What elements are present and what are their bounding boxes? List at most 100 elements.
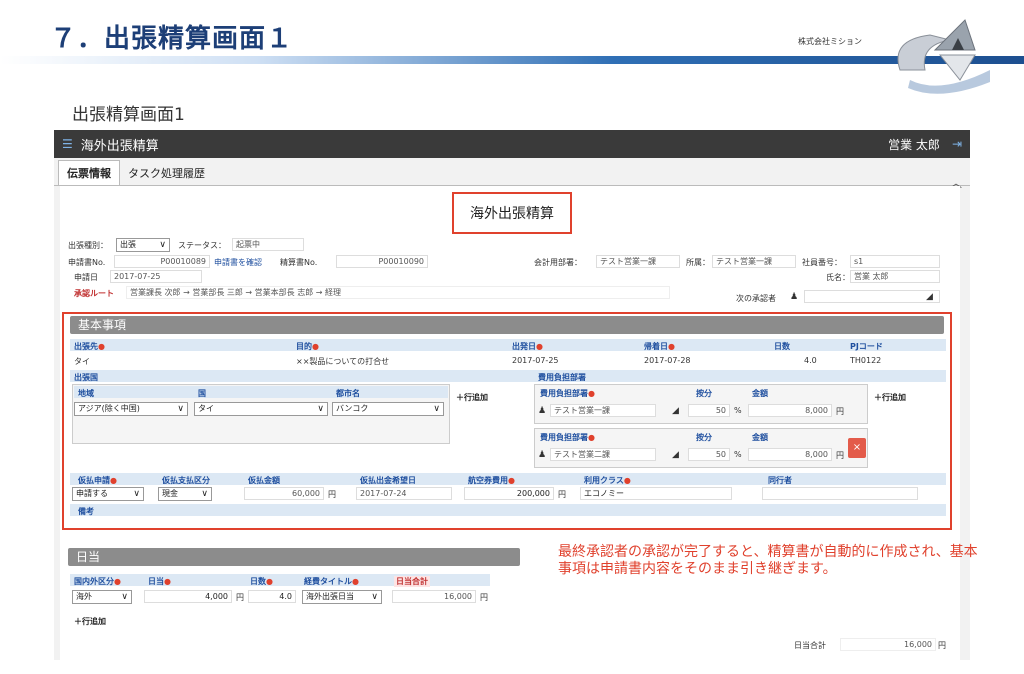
page-title: 出張精算画面1 <box>72 105 185 125</box>
ticket-value[interactable]: 200,000 <box>464 487 554 500</box>
ratio-value-2[interactable]: 50 <box>688 448 730 461</box>
advance-label: 仮払申請● <box>78 476 117 485</box>
status-label: ステータス： <box>178 241 226 250</box>
class-value[interactable]: エコノミー <box>580 487 732 500</box>
cost-dept-group-label: 費用負担部署 <box>538 373 586 382</box>
class-label: 利用クラス● <box>584 476 631 485</box>
subtotal-label: 日当合計 <box>394 576 430 587</box>
daily-total-value: 16,000 <box>840 638 936 651</box>
form-page: 海外出張精算 出張種別： 出張 ∨ ステータス： 起票中 申請書No. P0001… <box>60 186 960 660</box>
advance-date-value[interactable]: 2017-07-24 <box>356 487 452 500</box>
remarks-label: 備考 <box>78 507 94 516</box>
apply-date-value: 2017-07-25 <box>110 270 202 283</box>
days-value: 4.0 <box>804 356 817 365</box>
pj-label: PJコード <box>850 342 883 351</box>
daily-section-header: 日当 <box>68 548 520 566</box>
yen-sign-2: 円 <box>836 451 844 460</box>
ratio-label-2: 按分 <box>696 433 712 442</box>
yen-sign: 円 <box>328 490 336 499</box>
yen-sign: 円 <box>236 593 244 602</box>
amount-value-1[interactable]: 8,000 <box>748 404 832 417</box>
slide-title: ７．出張精算画面１ <box>50 24 294 54</box>
blue-band <box>0 56 1024 64</box>
city-label: 都市名 <box>336 389 360 398</box>
next-approver-field[interactable] <box>804 290 940 303</box>
chevron-down-icon: ∨ <box>121 592 128 602</box>
next-approver-label: 次の承認者 <box>736 294 776 303</box>
route-label: 承認ルート <box>74 289 114 298</box>
add-country-row-button[interactable]: ＋行追加 <box>456 392 488 403</box>
pj-value: TH0122 <box>850 356 882 365</box>
company-name: 株式会社ミション <box>798 37 862 46</box>
country-select[interactable]: タイ ∨ <box>194 402 328 416</box>
cost-dept-value-1[interactable]: テスト営業一課 <box>550 404 656 417</box>
amount-label-1: 金額 <box>752 389 768 398</box>
yen-sign-1: 円 <box>836 407 844 416</box>
percent-sign-2: % <box>734 450 742 459</box>
trip-type-label: 出張種別： <box>68 241 108 250</box>
ticket-label: 航空券費用● <box>468 476 515 485</box>
affiliation-value: テスト営業一課 <box>712 255 796 268</box>
departure-value: 2017-07-25 <box>512 356 559 365</box>
region-select[interactable]: アジア(除く中国) ∨ <box>74 402 188 416</box>
chevron-down-icon: ∨ <box>317 404 324 414</box>
route-value: 営業課長 次郎 → 営業部長 三郎 → 営業本部長 志郎 → 経理 <box>126 286 670 299</box>
tab-task-history[interactable]: タスク処理履歴 <box>120 161 213 185</box>
menu-icon[interactable]: ☰ <box>62 137 73 151</box>
apply-date-label: 申請日 <box>74 273 98 282</box>
application-link[interactable]: 申請書を確認 <box>214 257 262 268</box>
person-icon[interactable]: ♟ <box>790 292 798 302</box>
domestic-label: 国内外区分● <box>74 577 121 586</box>
country-group-label: 出張国 <box>74 373 98 382</box>
yen-sign: 円 <box>558 490 566 499</box>
chevron-down-icon: ∨ <box>159 240 166 250</box>
accounting-dept-value: テスト営業一課 <box>596 255 680 268</box>
affiliation-label: 所属： <box>686 258 710 267</box>
eraser-icon[interactable]: ◢ <box>672 450 679 460</box>
advance-type-select[interactable]: 現金 ∨ <box>158 487 212 501</box>
settlement-no-label: 精算書No. <box>280 258 318 267</box>
chevron-down-icon: ∨ <box>177 404 184 414</box>
add-daily-row-button[interactable]: ＋行追加 <box>74 616 106 627</box>
yen-sign: 円 <box>938 641 946 650</box>
expense-title-select[interactable]: 海外出張日当 ∨ <box>302 590 382 604</box>
advance-select[interactable]: 申請する ∨ <box>72 487 144 501</box>
logout-icon[interactable]: ⇥ <box>952 137 962 151</box>
return-value: 2017-07-28 <box>644 356 691 365</box>
app-window: ☰ 海外出張精算 営業 太郎 ⇥ 伝票情報 タスク処理履歴 ︿ 海外出張精算 出… <box>54 130 970 660</box>
domestic-select[interactable]: 海外 ∨ <box>72 590 132 604</box>
city-select[interactable]: バンコク ∨ <box>332 402 444 416</box>
eraser-icon[interactable]: ◢ <box>672 406 679 416</box>
person-icon[interactable]: ♟ <box>538 406 546 416</box>
advance-type-label: 仮払支払区分 <box>162 476 210 485</box>
delete-cost-row-button[interactable]: × <box>848 438 866 458</box>
cost-dept-label-1: 費用負担部署● <box>540 389 595 398</box>
advance-amount-value[interactable]: 60,000 <box>244 487 324 500</box>
employee-no-label: 社員番号： <box>802 258 842 267</box>
name-label: 氏名： <box>826 273 850 282</box>
cost-dept-label-2: 費用負担部署● <box>540 433 595 442</box>
companion-field[interactable] <box>762 487 918 500</box>
departure-label: 出発日● <box>512 342 543 351</box>
amount-value-2[interactable]: 8,000 <box>748 448 832 461</box>
advance-date-label: 仮払出金希望日 <box>360 476 416 485</box>
chevron-down-icon: ∨ <box>371 592 378 602</box>
document-title: 海外出張精算 <box>452 192 572 234</box>
app-header: ☰ 海外出張精算 営業 太郎 ⇥ <box>54 130 970 158</box>
daily-days-value[interactable]: 4.0 <box>248 590 296 603</box>
application-no-value: P00010089 <box>114 255 210 268</box>
companion-label: 同行者 <box>768 476 792 485</box>
tab-voucher-info[interactable]: 伝票情報 <box>58 160 120 185</box>
person-icon[interactable]: ♟ <box>538 450 546 460</box>
trip-type-select[interactable]: 出張 ∨ <box>116 238 170 252</box>
ratio-value-1[interactable]: 50 <box>688 404 730 417</box>
daily-total-label: 日当合計 <box>794 641 826 650</box>
eraser-icon[interactable]: ◢ <box>926 292 933 302</box>
daily-value[interactable]: 4,000 <box>144 590 232 603</box>
expense-title-label: 経費タイトル● <box>304 577 359 586</box>
days-label: 日数 <box>774 342 790 351</box>
application-no-label: 申請書No. <box>68 258 106 267</box>
destination-label: 出張先● <box>74 342 105 351</box>
cost-dept-value-2[interactable]: テスト営業二課 <box>550 448 656 461</box>
add-cost-row-button[interactable]: ＋行追加 <box>874 392 906 403</box>
